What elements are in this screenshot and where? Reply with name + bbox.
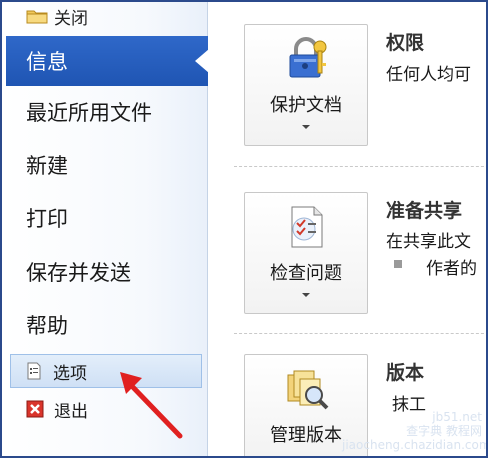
red-arrow-annotation xyxy=(120,372,183,439)
protect-document-label: 保护文档 xyxy=(270,95,342,116)
nav-item-options-label: 选项 xyxy=(53,363,87,384)
nav-item-print[interactable]: 打印 xyxy=(26,203,68,233)
watermark: jb51.net 查字典 教程网 jiaocheng.chazidian.com xyxy=(342,410,488,454)
watermark-line3: jiaocheng.chazidian.com xyxy=(342,438,488,452)
bullet-marker xyxy=(394,260,402,268)
nav-item-info-label: 信息 xyxy=(26,50,68,74)
dropdown-arrow-icon xyxy=(302,293,310,297)
backstage-content: 保护文档 权限 任何人均可 检查问题 准备共享 在共享此文 作者的 管理版本 版… xyxy=(208,2,486,456)
folder-icon xyxy=(26,10,48,24)
permissions-description: 任何人均可 xyxy=(386,65,471,85)
prepare-sharing-bullet: 作者的 xyxy=(426,259,477,279)
watermark-line2: 查字典 教程网 xyxy=(406,424,482,438)
dropdown-arrow-icon xyxy=(302,125,310,129)
nav-item-recent[interactable]: 最近所用文件 xyxy=(26,97,152,127)
checklist-icon xyxy=(291,206,323,248)
section-divider xyxy=(234,166,486,167)
versions-magnifier-icon xyxy=(287,370,329,410)
nav-item-exit-label: 退出 xyxy=(54,401,88,422)
check-issues-label: 检查问题 xyxy=(270,263,342,284)
nav-item-new[interactable]: 新建 xyxy=(26,150,68,180)
nav-item-save-send[interactable]: 保存并发送 xyxy=(26,257,131,287)
nav-item-print-label: 打印 xyxy=(26,207,68,231)
selection-notch xyxy=(195,49,209,73)
nav-item-help-label: 帮助 xyxy=(26,314,68,338)
manage-versions-label: 管理版本 xyxy=(270,425,342,446)
watermark-line1: jb51.net xyxy=(432,410,482,424)
prepare-sharing-description: 在共享此文 xyxy=(386,232,471,252)
section-divider xyxy=(234,333,486,334)
options-icon xyxy=(27,362,41,380)
nav-item-exit[interactable]: 退出 xyxy=(26,395,88,423)
permissions-title: 权限 xyxy=(386,32,425,54)
nav-item-save-send-label: 保存并发送 xyxy=(26,261,131,285)
protect-document-button[interactable]: 保护文档 xyxy=(244,24,368,146)
nav-item-recent-label: 最近所用文件 xyxy=(26,101,152,125)
backstage-window: 关闭 信息 最近所用文件 新建 打印 保存并发送 帮助 选项 退出 保护文档 权… xyxy=(0,0,488,458)
nav-item-close[interactable]: 关闭 xyxy=(26,2,88,30)
nav-item-close-label: 关闭 xyxy=(54,8,88,29)
lock-key-icon xyxy=(289,37,327,78)
nav-item-help[interactable]: 帮助 xyxy=(26,310,68,340)
check-issues-button[interactable]: 检查问题 xyxy=(244,192,368,314)
prepare-sharing-title: 准备共享 xyxy=(386,200,463,222)
nav-item-new-label: 新建 xyxy=(26,154,68,178)
versions-title: 版本 xyxy=(386,362,425,384)
nav-item-info[interactable]: 信息 xyxy=(6,36,209,86)
exit-icon xyxy=(26,400,44,418)
